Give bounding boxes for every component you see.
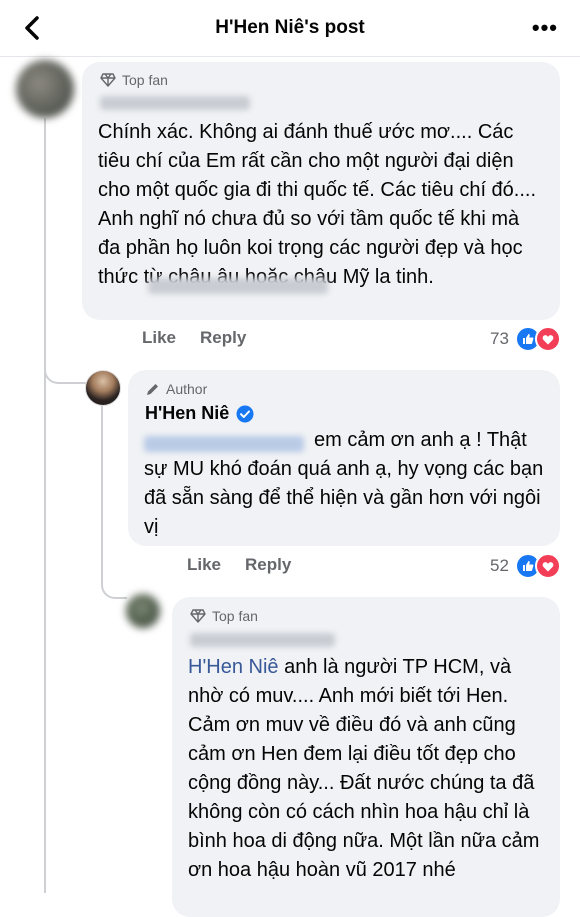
reaction-count: 73 [490,329,509,348]
reply-button[interactable]: Reply [245,555,291,575]
like-button[interactable]: Like [142,328,176,348]
thread-connector [101,575,127,599]
author-badge: Author [166,381,208,397]
author-name[interactable]: H'Hen Niê [145,403,229,424]
reply-button[interactable]: Reply [200,328,246,348]
thread-line [44,118,46,380]
thread-line [101,404,103,579]
comment-bubble: Author H'Hen Niê em cảm ơn anh ạ ! Thật … [128,370,560,546]
like-button[interactable]: Like [187,555,221,575]
avatar[interactable] [16,60,74,118]
more-options-button[interactable]: ••• [532,15,558,41]
comment-text: Chính xác. Không ai đánh thuế ước mơ....… [98,121,537,288]
top-fan-badge: Top fan [212,608,258,624]
thread-connector [44,362,86,384]
thread-line [44,380,46,893]
comment-text: H'Hen Niê anh là người TP HCM, và nhờ có… [188,656,540,881]
header-bar: H'Hen Niê's post ••• [0,0,580,57]
comment-text: em cảm ơn anh ạ ! Thật sự MU khó đoán qu… [144,429,544,538]
diamond-icon [190,609,206,623]
author-avatar[interactable] [85,370,121,406]
love-reaction-icon [534,553,561,579]
reaction-count: 52 [490,556,509,575]
comment-actions: Like Reply [142,328,246,348]
comment-bubble: Top fan H'Hen Niê anh là người TP HCM, v… [172,597,560,917]
mention-link[interactable]: H'Hen Niê [188,656,279,678]
reactions[interactable]: 73 [490,326,561,352]
reactions[interactable]: 52 [490,553,561,579]
commenter-name[interactable] [190,633,335,647]
pen-icon [147,383,158,395]
comment-actions: Like Reply [187,555,291,575]
avatar[interactable] [126,594,160,628]
top-fan-badge: Top fan [122,72,168,88]
commenter-name[interactable] [100,96,250,110]
love-reaction-icon [534,326,561,352]
comment-bubble: Top fan Chính xác. Không ai đánh thuế ướ… [82,62,560,320]
diamond-icon [100,73,116,87]
verified-badge-icon [236,405,254,422]
page-title: H'Hen Niê's post [215,17,365,38]
blurred-text [148,278,328,294]
